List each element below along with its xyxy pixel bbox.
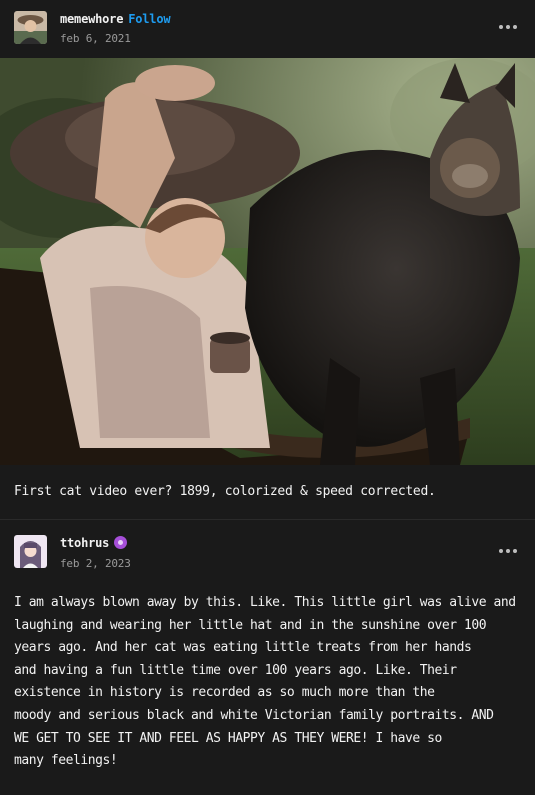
reply-line: I am always blown away by this. Like. Th… — [14, 595, 516, 610]
ellipsis-icon[interactable] — [499, 541, 517, 561]
post-header: memewhore Follow feb 6, 2021 — [0, 0, 535, 58]
post-user-line: memewhore Follow — [60, 12, 171, 26]
reply-line: years ago. And her cat was eating little… — [14, 640, 472, 656]
reply-date[interactable]: feb 2, 2023 — [60, 557, 131, 570]
post-photo[interactable] — [0, 58, 535, 465]
reply-header: ttohrus feb 2, 2023 — [0, 520, 535, 578]
reply-line: laughing and wearing her little hat and … — [14, 617, 487, 633]
purple-badge-icon — [114, 536, 128, 549]
post-username[interactable]: memewhore — [60, 12, 123, 26]
original-post: memewhore Follow feb 6, 2021 First cat v… — [0, 0, 535, 519]
ellipsis-icon[interactable] — [499, 17, 517, 37]
reply-user-line: ttohrus — [60, 536, 128, 550]
user-avatar[interactable] — [14, 11, 47, 44]
reply-line: existence in history is recorded as so m… — [14, 685, 435, 701]
reply-username[interactable]: ttohrus — [60, 536, 109, 550]
follow-button[interactable]: Follow — [128, 12, 170, 26]
post-caption: First cat video ever? 1899, colorized & … — [14, 484, 436, 499]
reply-body: I am always blown away by this. Like. Th… — [14, 592, 524, 773]
reply-post: ttohrus feb 2, 2023 I am always blown aw… — [0, 520, 535, 795]
reply-line: many feelings! — [14, 753, 118, 769]
reply-line: WE GET TO SEE IT AND FEEL AS HAPPY AS TH… — [14, 730, 442, 746]
reply-line: moody and serious black and white Victor… — [14, 707, 494, 723]
reply-avatar[interactable] — [14, 535, 47, 568]
post-date[interactable]: feb 6, 2021 — [60, 32, 131, 45]
reply-line: and having a fun little time over 100 ye… — [14, 662, 457, 678]
